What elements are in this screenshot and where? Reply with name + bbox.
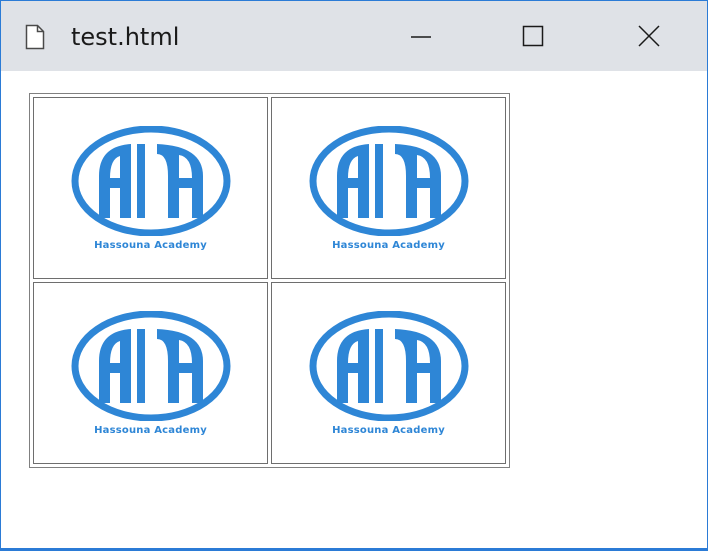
table-row: Hassouna Academy Hassouna Academy: [33, 97, 506, 279]
table-cell: Hassouna Academy: [271, 282, 506, 464]
logo-caption: Hassouna Academy: [332, 239, 445, 251]
maximize-button[interactable]: [498, 1, 568, 71]
title-bar[interactable]: test.html: [1, 1, 707, 71]
table-cell: Hassouna Academy: [33, 97, 268, 279]
browser-window: test.html Hassouna Academy Hassouna Acad…: [0, 0, 708, 551]
ha-logo-icon: [309, 125, 468, 236]
logo-caption: Hassouna Academy: [94, 424, 207, 436]
table-cell: Hassouna Academy: [33, 282, 268, 464]
logo-table: Hassouna Academy Hassouna Academy Hassou…: [29, 93, 510, 468]
document-icon: [25, 24, 45, 50]
maximize-icon: [522, 25, 544, 47]
logo-caption: Hassouna Academy: [332, 424, 445, 436]
logo-caption: Hassouna Academy: [94, 239, 207, 251]
close-button[interactable]: [614, 1, 684, 71]
close-icon: [638, 25, 660, 47]
page-content: Hassouna Academy Hassouna Academy Hassou…: [1, 71, 707, 550]
minimize-icon: [411, 36, 431, 38]
ha-logo-icon: [71, 125, 230, 236]
table-cell: Hassouna Academy: [271, 97, 506, 279]
window-title: test.html: [71, 23, 180, 51]
ha-logo-icon: [71, 310, 230, 421]
ha-logo-icon: [309, 310, 468, 421]
minimize-button[interactable]: [386, 1, 456, 71]
table-row: Hassouna Academy Hassouna Academy: [33, 282, 506, 464]
